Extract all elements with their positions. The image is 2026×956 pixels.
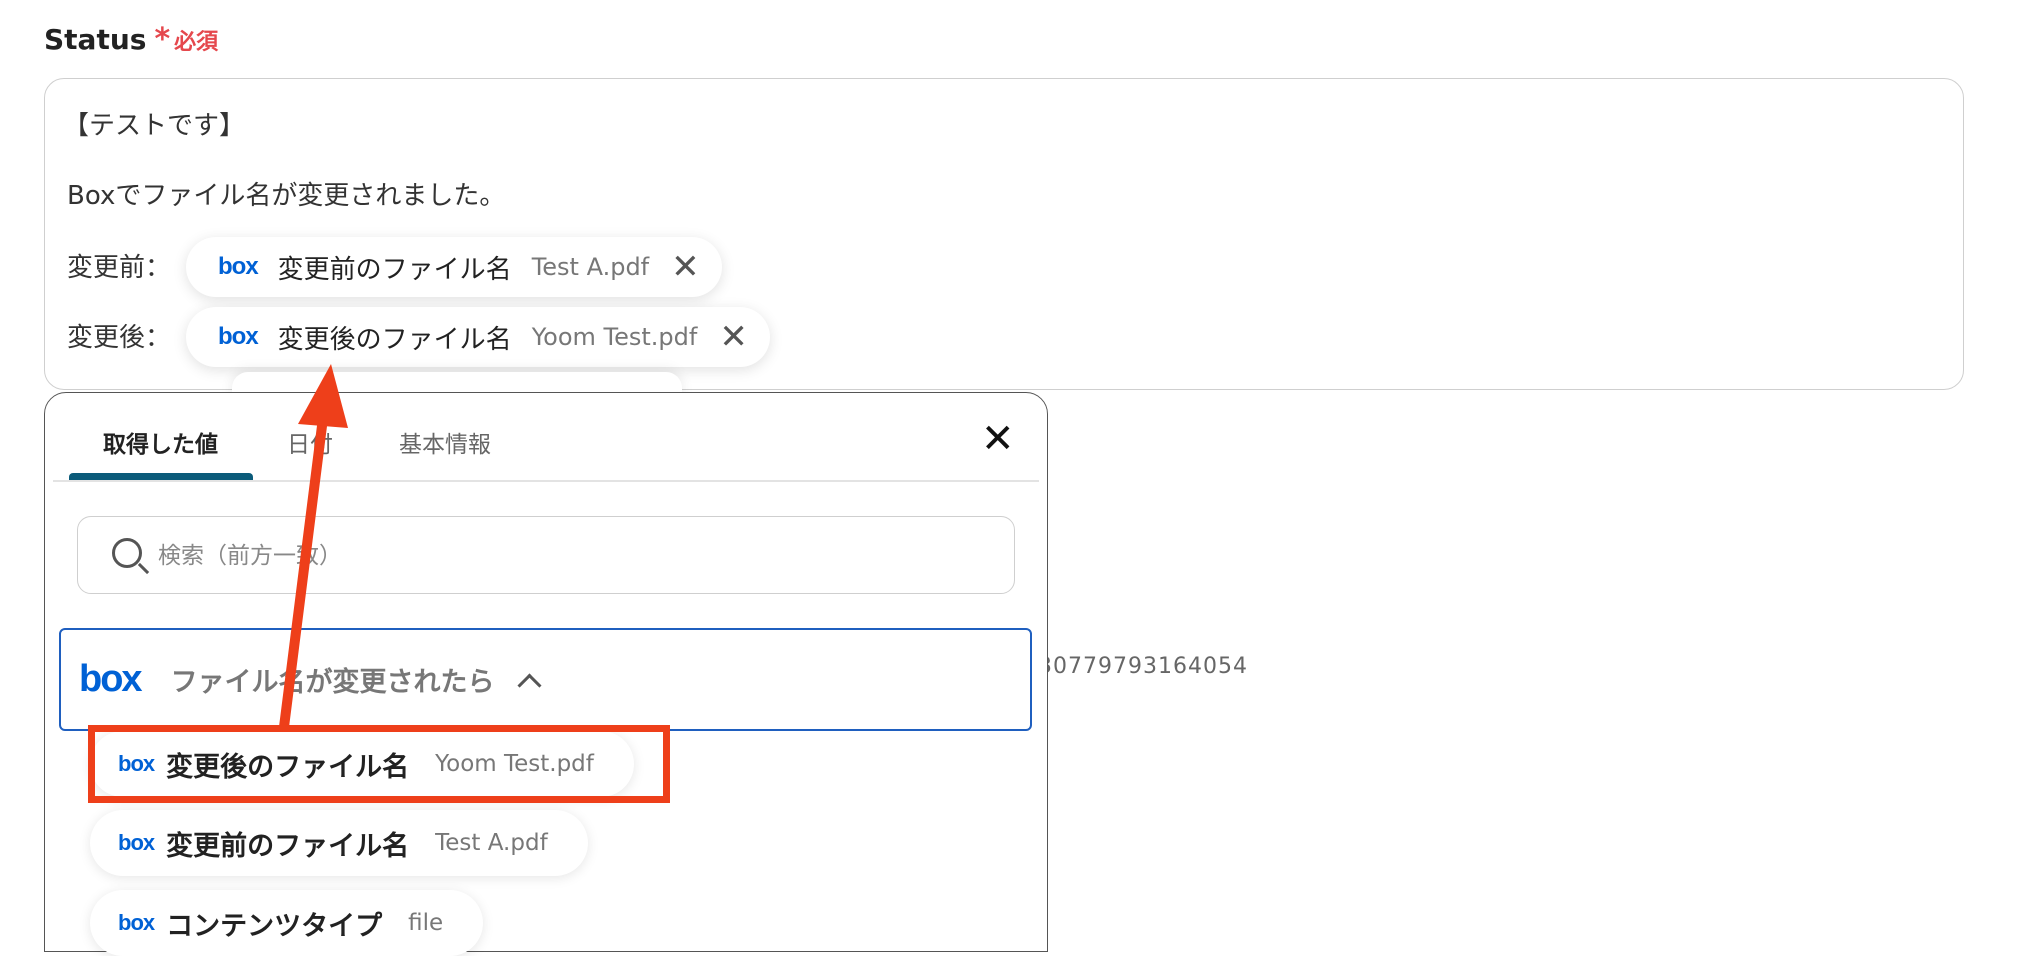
- arrow-head: [298, 364, 348, 428]
- annotation-arrow: [279, 364, 348, 732]
- arrow-shaft: [279, 413, 328, 732]
